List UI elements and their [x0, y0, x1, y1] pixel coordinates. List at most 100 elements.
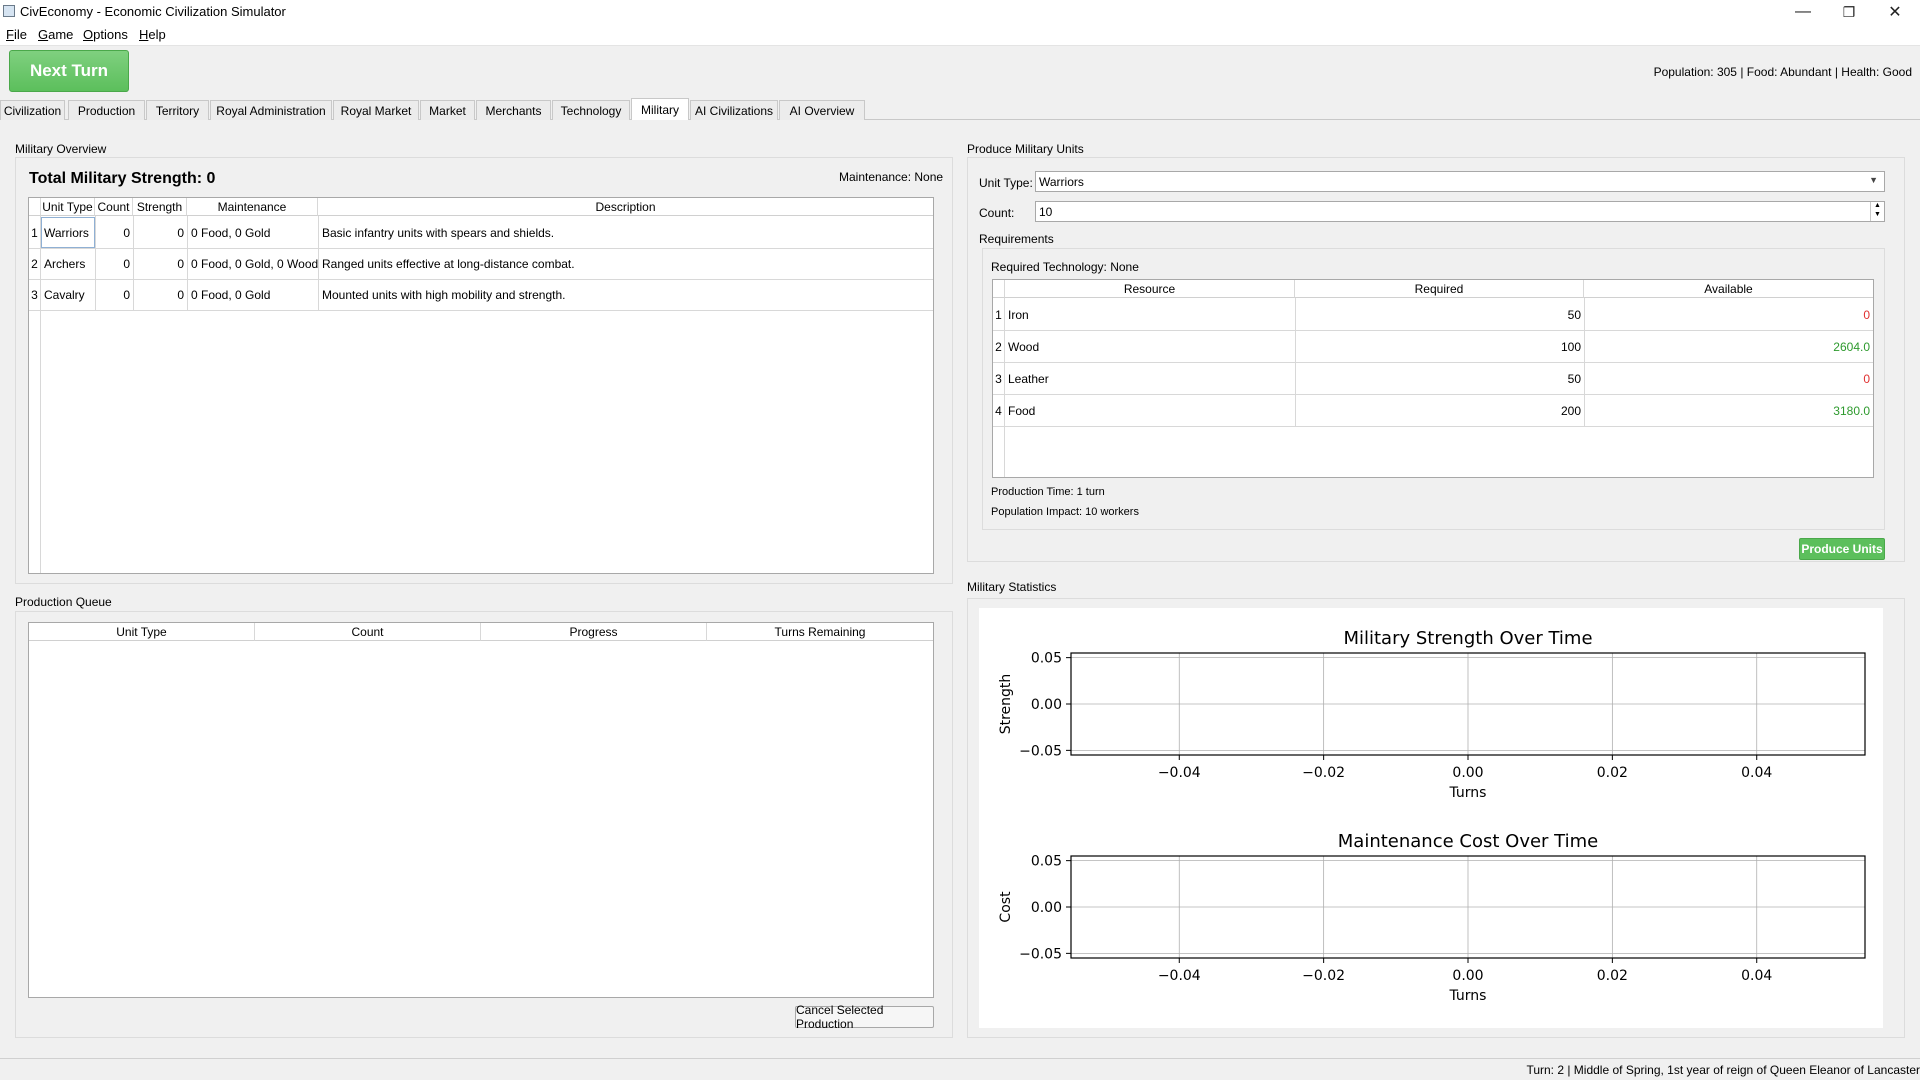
production-queue-table[interactable]: Unit Type Count Progress Turns Remaining: [28, 622, 934, 998]
table-row[interactable]: 1 Warriors 0 0 0 Food, 0 Gold Basic infa…: [29, 217, 933, 248]
strength-cell: 0: [177, 288, 184, 302]
required-technology: Required Technology: None: [991, 260, 1139, 274]
title-bar: CivEconomy - Economic Civilization Simul…: [0, 0, 1920, 24]
y-tick-label: −0.05: [1019, 946, 1062, 962]
x-tick-label: 0.00: [1452, 765, 1483, 781]
y-axis-label: Cost: [998, 891, 1014, 923]
maintenance-cell: 0 Food, 0 Gold: [191, 288, 271, 302]
header-count[interactable]: Count: [255, 623, 481, 641]
resource-cell: Wood: [1008, 340, 1040, 354]
available-cell: 0: [1863, 308, 1870, 322]
row-number: 4: [995, 404, 1002, 418]
count-label: Count:: [979, 206, 1015, 220]
tab-military[interactable]: Military: [631, 98, 689, 120]
chart-title: Maintenance Cost Over Time: [1338, 831, 1598, 852]
x-tick-label: −0.04: [1158, 968, 1201, 984]
military-overview-title: Military Overview: [15, 142, 107, 156]
menu-options[interactable]: Options: [83, 27, 128, 42]
count-value: 10: [1039, 205, 1053, 219]
restore-button[interactable]: ❐: [1826, 0, 1872, 24]
spin-up-icon[interactable]: ▲: [1874, 202, 1881, 209]
strength-cell: 0: [177, 257, 184, 271]
header-available[interactable]: Available: [1584, 280, 1873, 298]
row-number: 1: [995, 308, 1002, 322]
row-number: 2: [31, 257, 38, 271]
tab-bar: Civilization Production Territory Royal …: [0, 98, 1920, 120]
unit-type-select[interactable]: Warriors ▼: [1035, 171, 1885, 192]
column-divider: [133, 216, 134, 310]
menu-game[interactable]: Game: [38, 27, 73, 42]
available-cell: 2604.0: [1833, 340, 1870, 354]
unit-type-value: Warriors: [1039, 175, 1084, 189]
maintenance-cell: 0 Food, 0 Gold: [191, 226, 271, 240]
y-tick-label: 0.05: [1031, 651, 1062, 667]
required-cell: 200: [1560, 404, 1581, 418]
row-number: 2: [995, 340, 1002, 354]
header-count[interactable]: Count: [95, 198, 133, 216]
minimize-button[interactable]: —: [1780, 0, 1826, 24]
header-unit-type[interactable]: Unit Type: [29, 623, 255, 641]
table-row[interactable]: 3 Cavalry 0 0 0 Food, 0 Gold Mounted uni…: [29, 280, 933, 310]
civilization-status: Population: 305 | Food: Abundant | Healt…: [1653, 65, 1912, 79]
count-spinbox[interactable]: 10 ▲ ▼: [1035, 201, 1885, 222]
x-tick-label: 0.04: [1741, 765, 1772, 781]
produce-units-button[interactable]: Produce Units: [1799, 538, 1885, 560]
description-cell: Basic infantry units with spears and shi…: [322, 226, 555, 240]
column-divider: [187, 216, 188, 310]
x-tick-label: 0.02: [1597, 968, 1628, 984]
header-unit-type[interactable]: Unit Type: [41, 198, 95, 216]
tab-production[interactable]: Production: [68, 100, 145, 120]
header-required[interactable]: Required: [1295, 280, 1584, 298]
tab-royal-administration[interactable]: Royal Administration: [210, 100, 332, 120]
menu-bar: File Game Options Help: [0, 24, 1920, 46]
table-row[interactable]: 2 Archers 0 0 0 Food, 0 Gold, 0 Wood Ran…: [29, 249, 933, 279]
chevron-down-icon: ▼: [1869, 175, 1878, 185]
header-description[interactable]: Description: [318, 198, 933, 216]
chart-title: Military Strength Over Time: [1343, 628, 1592, 649]
tab-ai-civilizations[interactable]: AI Civilizations: [690, 100, 778, 120]
spinbox-arrows[interactable]: ▲ ▼: [1870, 202, 1884, 221]
tab-merchants[interactable]: Merchants: [476, 100, 551, 120]
maintenance-cell: 0 Food, 0 Gold, 0 Wood: [191, 257, 319, 271]
header-strength[interactable]: Strength: [133, 198, 187, 216]
description-cell: Mounted units with high mobility and str…: [322, 288, 566, 302]
next-turn-button[interactable]: Next Turn: [9, 50, 129, 92]
population-impact: Population Impact: 10 workers: [991, 506, 1139, 518]
menu-help[interactable]: Help: [139, 27, 166, 42]
header-turns-remaining[interactable]: Turns Remaining: [707, 623, 933, 641]
tab-civilization[interactable]: Civilization: [0, 100, 65, 120]
resource-cell: Iron: [1008, 308, 1029, 322]
cancel-production-button[interactable]: Cancel Selected Production: [795, 1003, 934, 1031]
header-resource[interactable]: Resource: [1005, 280, 1295, 298]
close-button[interactable]: ✕: [1872, 0, 1918, 24]
maintenance-summary: Maintenance: None: [839, 170, 944, 184]
app-icon: [3, 5, 15, 17]
x-tick-label: −0.02: [1302, 765, 1345, 781]
y-tick-label: 0.00: [1031, 697, 1062, 713]
tab-technology[interactable]: Technology: [552, 100, 630, 120]
tab-market[interactable]: Market: [420, 100, 475, 120]
total-military-strength: Total Military Strength: 0: [29, 170, 216, 187]
spin-down-icon[interactable]: ▼: [1874, 211, 1881, 218]
x-tick-label: −0.04: [1158, 765, 1201, 781]
required-cell: 100: [1560, 340, 1581, 354]
table-row[interactable]: 3 Leather 50 0: [993, 363, 1873, 394]
row-number: 3: [995, 372, 1002, 386]
production-queue-title: Production Queue: [15, 595, 112, 609]
table-row[interactable]: 4 Food 200 3180.0: [993, 395, 1873, 426]
military-units-table[interactable]: Unit Type Count Strength Maintenance Des…: [28, 197, 934, 574]
menu-file[interactable]: File: [6, 27, 27, 42]
requirements-table[interactable]: Resource Required Available 1 Iron 50 0 …: [992, 279, 1874, 478]
tab-territory[interactable]: Territory: [146, 100, 209, 120]
header-progress[interactable]: Progress: [481, 623, 707, 641]
statistics-charts: Military Strength Over Time −0.04 −0.02 0.0…: [998, 628, 1866, 1004]
table-row[interactable]: 2 Wood 100 2604.0: [993, 331, 1873, 362]
tab-ai-overview[interactable]: AI Overview: [779, 100, 865, 120]
x-tick-label: 0.04: [1741, 968, 1772, 984]
required-cell: 50: [1567, 372, 1581, 386]
toolbar: Next Turn Population: 305 | Food: Abunda…: [0, 46, 1920, 94]
header-maintenance[interactable]: Maintenance: [187, 198, 318, 216]
corner-header: [993, 280, 1005, 298]
table-row[interactable]: 1 Iron 50 0: [993, 299, 1873, 330]
tab-royal-market[interactable]: Royal Market: [333, 100, 419, 120]
